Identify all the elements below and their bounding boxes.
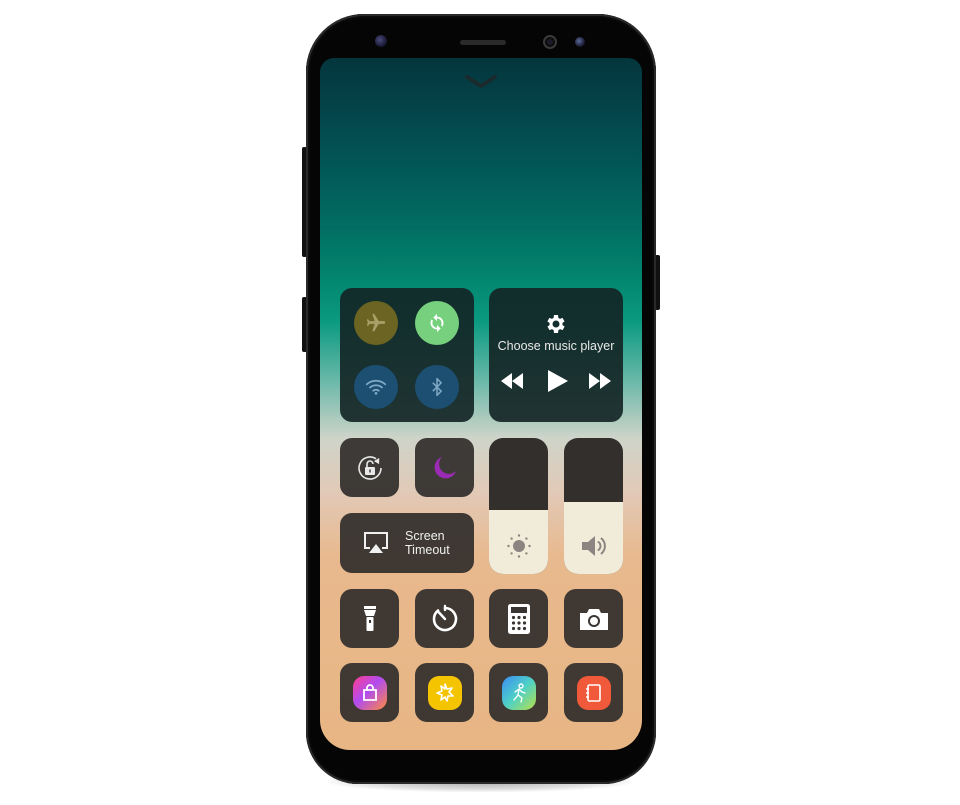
- flashlight-icon: [363, 605, 376, 631]
- shopping-bag-icon: [352, 675, 387, 710]
- front-camera: [543, 35, 557, 49]
- screen-timeout-line1: Screen: [405, 529, 445, 543]
- flashlight-button[interactable]: [340, 589, 399, 648]
- moon-icon: [434, 456, 456, 478]
- timer-button[interactable]: [415, 589, 474, 648]
- control-center-screen: Choose music player Screen Timeout: [320, 58, 642, 750]
- speaker-icon: [581, 536, 606, 556]
- samsung-notes-button[interactable]: [564, 663, 623, 722]
- choose-music-player-label[interactable]: Choose music player: [489, 339, 623, 353]
- airplay-icon: [364, 532, 388, 553]
- notebook-icon: [576, 675, 611, 710]
- brightness-slider[interactable]: [489, 438, 548, 574]
- rewind-icon: [501, 373, 523, 389]
- screen-timeout-button[interactable]: Screen Timeout: [340, 513, 474, 573]
- do-not-disturb-button[interactable]: [415, 438, 474, 497]
- music-player-panel: Choose music player: [489, 288, 623, 422]
- play-icon: [548, 370, 568, 392]
- rotation-lock-icon: [357, 455, 382, 480]
- airplane-mode-toggle[interactable]: [354, 301, 398, 345]
- fast-forward-icon: [589, 373, 611, 389]
- calculator-button[interactable]: [489, 589, 548, 648]
- samsung-health-button[interactable]: [489, 663, 548, 722]
- rewind-button[interactable]: [499, 370, 525, 392]
- iris-scanner: [375, 35, 387, 47]
- camera-button[interactable]: [564, 589, 623, 648]
- bixby-home-button[interactable]: [415, 663, 474, 722]
- wifi-icon: [365, 379, 387, 395]
- proximity-sensor: [575, 37, 585, 47]
- sync-icon: [430, 313, 444, 333]
- chevron-down-icon[interactable]: [464, 73, 498, 91]
- sun-icon: [506, 534, 531, 558]
- bluetooth-toggle[interactable]: [415, 365, 459, 409]
- fast-forward-button[interactable]: [587, 370, 613, 392]
- camera-icon: [579, 608, 608, 630]
- gear-icon[interactable]: [544, 312, 568, 336]
- calculator-icon: [507, 603, 530, 634]
- bluetooth-icon: [432, 377, 442, 397]
- galaxy-store-button[interactable]: [340, 663, 399, 722]
- screen-timeout-line2: Timeout: [405, 543, 450, 557]
- auto-sync-toggle[interactable]: [415, 301, 459, 345]
- timer-icon: [432, 604, 457, 631]
- play-button[interactable]: [544, 370, 570, 392]
- connectivity-panel: [340, 288, 474, 422]
- flower-icon: [427, 675, 462, 710]
- rotation-lock-button[interactable]: [340, 438, 399, 497]
- volume-slider[interactable]: [564, 438, 623, 574]
- earpiece: [460, 40, 506, 45]
- screen-timeout-label: Screen Timeout: [405, 529, 450, 557]
- wifi-toggle[interactable]: [354, 365, 398, 409]
- runner-icon: [501, 675, 536, 710]
- airplane-icon: [366, 313, 386, 332]
